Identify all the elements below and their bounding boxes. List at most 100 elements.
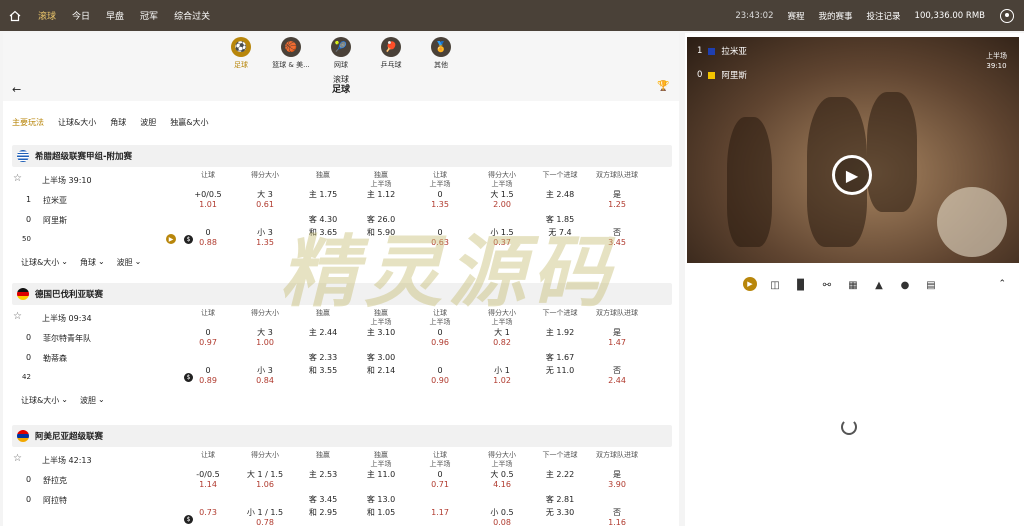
odds-cell[interactable]: 0 0.71	[412, 470, 468, 490]
league-header[interactable]: 希腊超级联赛甲组-附加赛	[12, 145, 672, 167]
odds-cell[interactable]: 客 2.81	[532, 495, 588, 505]
odds-cell[interactable]: 0 0.88	[180, 228, 236, 248]
star-icon[interactable]: ☆	[13, 453, 22, 464]
odds-cell[interactable]: 无 7.4	[532, 228, 588, 238]
jersey-icon[interactable]: ▲	[871, 277, 887, 293]
versus-icon[interactable]: ●	[897, 277, 913, 293]
odds-cell[interactable]: 客 1.85	[532, 215, 588, 225]
play-icon[interactable]: ▶	[832, 155, 872, 195]
odds-cell[interactable]: 0 0.97	[180, 328, 236, 348]
more-market-toggle[interactable]: 波胆	[80, 395, 96, 406]
odds-cell[interactable]: 客 26.0	[353, 215, 409, 225]
nav-tab-champion[interactable]: 冠军	[132, 9, 166, 22]
more-market-toggle[interactable]: 让球&大小	[21, 257, 59, 268]
odds-cell[interactable]: 主 1.92	[532, 328, 588, 338]
nav-tab-live[interactable]: 滚球	[30, 9, 64, 22]
nav-tab-today[interactable]: 今日	[64, 9, 98, 22]
odds-cell[interactable]: 大 1 / 1.5 1.06	[237, 470, 293, 490]
more-market-toggle[interactable]: 让球&大小	[21, 395, 59, 406]
star-icon[interactable]: ☆	[13, 173, 22, 184]
video-player[interactable]: 1 拉米亚 0 阿里斯 上半场 39:10 ▶	[687, 37, 1019, 263]
collapse-chevron-icon[interactable]: ⌃	[998, 279, 1006, 289]
odds-cell[interactable]: 客 1.67	[532, 353, 588, 363]
column-header: 独赢 上半场	[370, 309, 392, 326]
odds-cell[interactable]: 主 2.22	[532, 470, 588, 480]
odds-cell[interactable]: 小 1.5 0.37	[474, 228, 530, 248]
more-market-toggle[interactable]: 波胆	[117, 257, 133, 268]
live-play-icon[interactable]: ▶	[743, 277, 757, 291]
odds-cell[interactable]: 1.17	[412, 508, 468, 518]
odds-cell[interactable]: 主 1.75	[295, 190, 351, 200]
nav-tab-early[interactable]: 早盘	[98, 9, 132, 22]
odds-cell[interactable]: 否 3.45	[589, 228, 645, 248]
league-header[interactable]: 德国巴伐利亚联赛	[12, 283, 672, 305]
schedule-link[interactable]: 赛程	[781, 10, 812, 22]
odds-cell[interactable]: 0 0.89	[180, 366, 236, 386]
medal-icon: 🏅	[431, 37, 451, 57]
user-avatar-icon[interactable]	[1000, 8, 1014, 23]
odds-cell[interactable]: 是 3.90	[589, 470, 645, 490]
odds-cell[interactable]: 大 3 1.00	[237, 328, 293, 348]
odds-line: 主 2.22	[545, 470, 575, 479]
odds-cell[interactable]: 主 2.53	[295, 470, 351, 480]
odds-cell[interactable]: 主 2.48	[532, 190, 588, 200]
odds-cell[interactable]: 大 1 0.82	[474, 328, 530, 348]
home-icon[interactable]	[0, 10, 30, 22]
trophy-icon[interactable]: 🏆	[657, 81, 669, 92]
nav-tab-parlay[interactable]: 综合过关	[166, 9, 218, 22]
odds-cell[interactable]: 小 3 1.35	[237, 228, 293, 248]
league-header[interactable]: 阿美尼亚超级联赛	[12, 425, 672, 447]
lineup-icon[interactable]: ▦	[845, 277, 861, 293]
odds-cell[interactable]: 主 3.10	[353, 328, 409, 338]
odds-cell[interactable]: 和 2.14	[353, 366, 409, 376]
odds-cell[interactable]: 客 2.33	[295, 353, 351, 363]
odds-cell[interactable]: 主 1.12	[353, 190, 409, 200]
my-events-link[interactable]: 我的赛事	[812, 10, 860, 22]
odds-cell[interactable]: 大 3 0.61	[237, 190, 293, 210]
odds-cell[interactable]: 主 11.0	[353, 470, 409, 480]
market-tab-main[interactable]: 主要玩法	[12, 117, 44, 128]
scoreboard-icon[interactable]: ▤	[923, 277, 939, 293]
odds-cell[interactable]: 和 3.55	[295, 366, 351, 376]
odds-cell[interactable]: 小 0.5 0.08	[474, 508, 530, 526]
odds-cell[interactable]: 客 13.0	[353, 495, 409, 505]
odds-cell[interactable]: 和 3.65	[295, 228, 351, 238]
odds-cell[interactable]: 和 1.05	[353, 508, 409, 518]
pitch-icon[interactable]: ◫	[767, 277, 783, 293]
stats-bars-icon[interactable]: ▉	[793, 277, 809, 293]
live-play-icon[interactable]: ▶	[166, 234, 176, 244]
odds-cell[interactable]: 小 1 1.02	[474, 366, 530, 386]
market-tab-corners[interactable]: 角球	[110, 117, 126, 128]
odds-cell[interactable]: 0.73	[180, 508, 236, 518]
odds-cell[interactable]: 是 1.25	[589, 190, 645, 210]
star-icon[interactable]: ☆	[13, 311, 22, 322]
odds-cell[interactable]: 主 2.44	[295, 328, 351, 338]
odds-cell[interactable]: 0 0.63	[412, 228, 468, 248]
odds-cell[interactable]: 大 0.5 4.16	[474, 470, 530, 490]
odds-cell[interactable]: 无 3.30	[532, 508, 588, 518]
odds-cell[interactable]: 是 1.47	[589, 328, 645, 348]
odds-cell[interactable]: 客 3.45	[295, 495, 351, 505]
odds-cell[interactable]: 0 1.35	[412, 190, 468, 210]
odds-cell[interactable]: 和 5.90	[353, 228, 409, 238]
odds-cell[interactable]: 无 11.0	[532, 366, 588, 376]
odds-cell[interactable]: 小 1 / 1.5 0.78	[237, 508, 293, 526]
market-tab-correct-score[interactable]: 波胆	[140, 117, 156, 128]
odds-cell[interactable]: 0 0.90	[412, 366, 468, 386]
market-tab-handicap[interactable]: 让球&大小	[58, 117, 96, 128]
odds-cell[interactable]: 和 2.95	[295, 508, 351, 518]
odds-cell[interactable]: -0/0.5 1.14	[180, 470, 236, 490]
odds-cell[interactable]: 客 3.00	[353, 353, 409, 363]
odds-cell[interactable]: 客 4.30	[295, 215, 351, 225]
odds-cell[interactable]: 小 3 0.84	[237, 366, 293, 386]
odds-cell[interactable]: 0 0.96	[412, 328, 468, 348]
odds-cell[interactable]: 大 1.5 2.00	[474, 190, 530, 210]
market-tab-moneyline[interactable]: 独赢&大小	[170, 117, 208, 128]
odds-cell[interactable]: 否 1.16	[589, 508, 645, 526]
more-market-toggle[interactable]: 角球	[80, 257, 96, 268]
bet-records-link[interactable]: 投注记录	[860, 10, 908, 22]
odds-line: 小 1 / 1.5	[246, 508, 284, 517]
odds-cell[interactable]: 否 2.44	[589, 366, 645, 386]
microphone-icon[interactable]: ⚯	[819, 277, 835, 293]
odds-cell[interactable]: +0/0.5 1.01	[180, 190, 236, 210]
